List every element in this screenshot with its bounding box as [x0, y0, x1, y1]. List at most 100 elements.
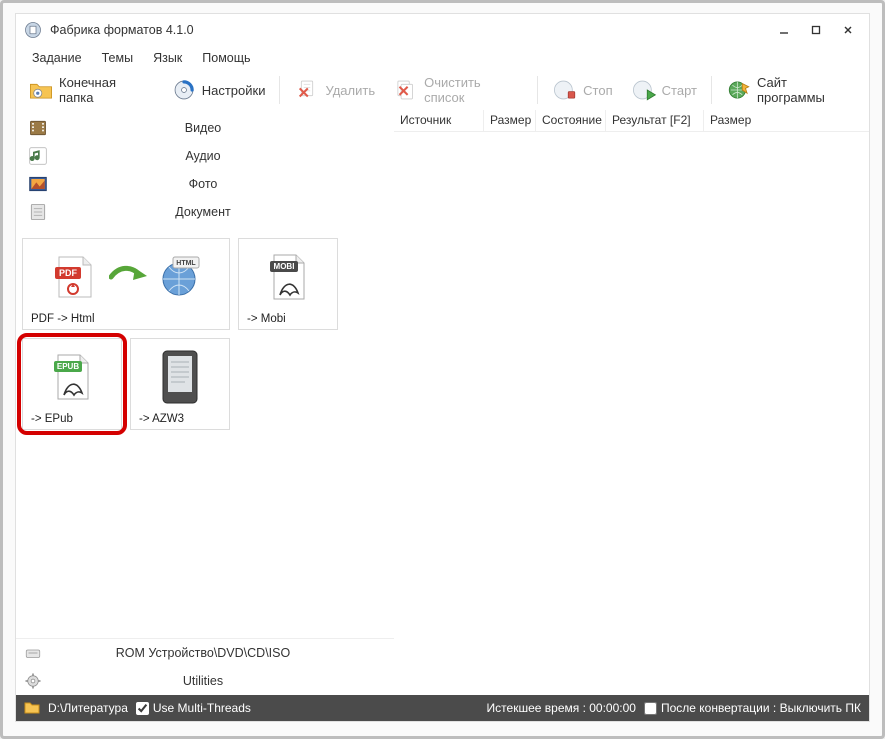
postconv-checkbox[interactable]: После конвертации : Выключить ПК: [644, 701, 861, 715]
tile-graphic: MOBI: [247, 245, 329, 309]
svg-text:PDF: PDF: [59, 268, 78, 278]
app-icon: [24, 21, 42, 39]
stop-icon: [552, 77, 578, 103]
clear-list-label: Очистить список: [424, 75, 523, 105]
menu-bar: Задание Темы Язык Помощь: [16, 46, 869, 70]
epub-file-icon: EPUB: [48, 351, 96, 403]
clear-list-button[interactable]: Очистить список: [385, 73, 531, 107]
open-folder-icon[interactable]: [24, 700, 40, 717]
category-video-label: Видео: [48, 121, 382, 135]
site-button[interactable]: Сайт программы: [718, 73, 865, 107]
app-window: Фабрика форматов 4.1.0 Задание Темы Язык…: [15, 13, 870, 722]
category-photo-label: Фото: [48, 177, 382, 191]
picture-icon: [28, 174, 48, 194]
destination-folder-button[interactable]: Конечная папка: [20, 73, 161, 107]
category-rom[interactable]: ROM Устройство\DVD\CD\ISO: [16, 639, 394, 667]
multithreads-input[interactable]: [136, 702, 149, 715]
globe-icon: [726, 77, 752, 103]
category-video[interactable]: Видео: [22, 114, 388, 142]
menu-task[interactable]: Задание: [22, 48, 92, 68]
arrow-right-icon: [109, 262, 147, 292]
left-bottom: ROM Устройство\DVD\CD\ISO Utilities: [16, 638, 394, 695]
category-audio[interactable]: Аудио: [22, 142, 388, 170]
delete-icon: [294, 77, 320, 103]
tile-label: -> EPub: [31, 409, 113, 425]
settings-label: Настройки: [202, 83, 266, 98]
gear-icon: [171, 77, 197, 103]
multithreads-checkbox[interactable]: Use Multi-Threads: [136, 701, 251, 715]
postconv-input[interactable]: [644, 702, 657, 715]
output-path[interactable]: D:\Литература: [48, 701, 128, 715]
tile-label: -> Mobi: [247, 309, 329, 325]
category-rom-label: ROM Устройство\DVD\CD\ISO: [42, 646, 386, 660]
menu-help[interactable]: Помощь: [192, 48, 260, 68]
start-button[interactable]: Старт: [623, 73, 705, 107]
film-icon: [28, 118, 48, 138]
maximize-button[interactable]: [803, 20, 829, 40]
tile-graphic: PDF HTML: [31, 245, 221, 309]
tile-mobi[interactable]: MOBI -> Mobi: [238, 238, 338, 330]
table-header: Источник Размер Состояние Результат [F2]…: [394, 110, 869, 132]
col-size-out[interactable]: Размер: [704, 110, 869, 131]
settings-button[interactable]: Настройки: [163, 73, 274, 107]
category-utilities[interactable]: Utilities: [16, 667, 394, 695]
mobi-file-icon: MOBI: [264, 251, 312, 303]
elapsed-time: Истекшее время : 00:00:00: [487, 701, 636, 715]
close-button[interactable]: [835, 20, 861, 40]
drive-icon: [24, 644, 42, 662]
separator: [711, 76, 712, 104]
folder-icon: [28, 77, 54, 103]
category-document[interactable]: Документ: [22, 198, 388, 226]
table-body[interactable]: [394, 132, 869, 695]
category-audio-label: Аудио: [48, 149, 382, 163]
minimize-button[interactable]: [771, 20, 797, 40]
col-state[interactable]: Состояние: [536, 110, 606, 131]
kindle-device-icon: [159, 349, 201, 405]
destination-folder-label: Конечная папка: [59, 75, 153, 105]
left-panel: Видео Аудио Фото: [16, 110, 394, 695]
delete-label: Удалить: [325, 83, 375, 98]
start-label: Старт: [662, 83, 697, 98]
music-note-icon: [28, 146, 48, 166]
category-list: Видео Аудио Фото: [16, 110, 394, 232]
right-panel: Источник Размер Состояние Результат [F2]…: [394, 110, 869, 695]
tile-label: PDF -> Html: [31, 309, 221, 325]
menu-themes[interactable]: Темы: [92, 48, 143, 68]
gear-small-icon: [24, 672, 42, 690]
window-title: Фабрика форматов 4.1.0: [50, 23, 194, 37]
site-label: Сайт программы: [757, 75, 857, 105]
svg-text:HTML: HTML: [176, 260, 196, 267]
tile-graphic: EPUB: [31, 345, 113, 409]
main-body: Видео Аудио Фото: [16, 110, 869, 695]
toolbar: Конечная папка Настройки Удалить Очистит: [16, 70, 869, 110]
tile-epub[interactable]: EPUB -> EPub: [22, 338, 122, 430]
svg-text:EPUB: EPUB: [57, 362, 79, 371]
clear-list-icon: [393, 77, 419, 103]
col-source[interactable]: Источник: [394, 110, 484, 131]
delete-button[interactable]: Удалить: [286, 73, 383, 107]
separator: [279, 76, 280, 104]
col-result[interactable]: Результат [F2]: [606, 110, 704, 131]
start-icon: [631, 77, 657, 103]
postconv-label: После конвертации : Выключить ПК: [661, 701, 861, 715]
tile-azw3[interactable]: -> AZW3: [130, 338, 230, 430]
tile-graphic: [139, 345, 221, 409]
svg-text:MOBI: MOBI: [274, 262, 295, 271]
tile-label: -> AZW3: [139, 409, 221, 425]
document-icon: [28, 202, 48, 222]
col-size[interactable]: Размер: [484, 110, 536, 131]
outer-frame: Фабрика форматов 4.1.0 Задание Темы Язык…: [0, 0, 885, 739]
category-utilities-label: Utilities: [42, 674, 386, 688]
multithreads-label: Use Multi-Threads: [153, 701, 251, 715]
tile-pdf-to-html[interactable]: PDF HTML: [22, 238, 230, 330]
title-bar: Фабрика форматов 4.1.0: [16, 14, 869, 46]
category-photo[interactable]: Фото: [22, 170, 388, 198]
html-globe-icon: HTML: [155, 253, 203, 301]
status-bar: D:\Литература Use Multi-Threads Истекшее…: [16, 695, 869, 721]
category-document-label: Документ: [48, 205, 382, 219]
stop-label: Стоп: [583, 83, 612, 98]
menu-language[interactable]: Язык: [143, 48, 192, 68]
pdf-file-icon: PDF: [49, 253, 101, 301]
format-tiles: PDF HTML: [16, 232, 394, 436]
stop-button[interactable]: Стоп: [544, 73, 620, 107]
